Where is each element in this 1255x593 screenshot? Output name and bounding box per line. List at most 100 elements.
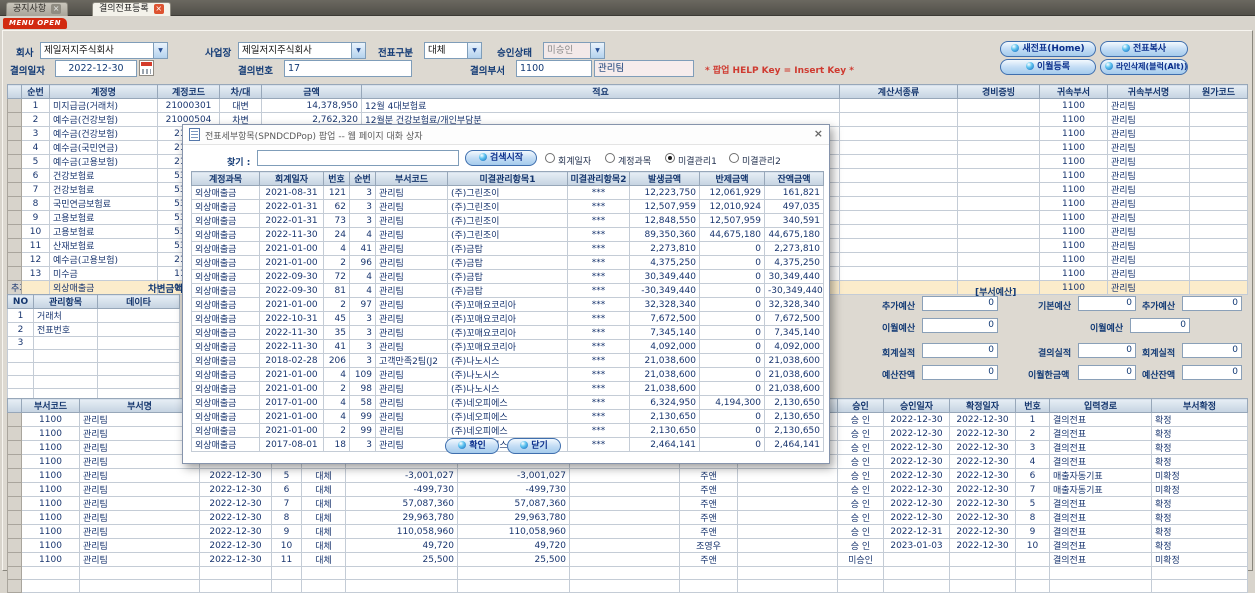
cell[interactable] bbox=[199, 566, 272, 580]
cell[interactable] bbox=[345, 566, 458, 580]
cell[interactable]: 8 bbox=[1015, 510, 1050, 525]
cell[interactable]: 주앤 bbox=[679, 510, 738, 525]
table-row[interactable]: 외상매출금 2022-01-31 73 3 관리팀 (주)그린조이 *** 12,848,55… bbox=[191, 213, 824, 228]
close-button[interactable]: 닫기 bbox=[507, 438, 561, 454]
cell[interactable]: 29,963,780 bbox=[457, 510, 570, 525]
cell[interactable]: 주앤 bbox=[679, 552, 738, 567]
cell[interactable]: 2021-01-00 bbox=[259, 297, 324, 312]
cell[interactable]: 340,591 bbox=[764, 213, 824, 228]
cell[interactable]: 2021-01-00 bbox=[259, 255, 324, 270]
cell[interactable]: 1100 bbox=[1039, 252, 1108, 267]
cell[interactable]: (주)나노시스 bbox=[447, 381, 568, 396]
cell[interactable]: 관리팀 bbox=[1107, 168, 1190, 183]
cell[interactable]: *** bbox=[567, 339, 630, 354]
cell[interactable]: 예수금(건강보험) bbox=[49, 112, 158, 127]
dept-code-field[interactable]: 1100 bbox=[516, 60, 592, 77]
cell[interactable]: 2023-01-03 bbox=[883, 538, 950, 553]
cell[interactable] bbox=[1189, 112, 1248, 127]
cell[interactable]: 49,720 bbox=[345, 538, 458, 553]
cell[interactable]: 10 bbox=[271, 538, 302, 553]
cell[interactable]: *** bbox=[567, 353, 630, 368]
cell[interactable]: 승 인 bbox=[837, 482, 884, 497]
cell[interactable] bbox=[1189, 182, 1248, 197]
cell[interactable]: 12월 4대보험료 bbox=[361, 98, 840, 113]
cell[interactable]: -499,730 bbox=[457, 482, 570, 497]
cell[interactable]: 45 bbox=[323, 311, 350, 326]
cell[interactable]: 8 bbox=[271, 510, 302, 525]
cell[interactable]: 6,324,950 bbox=[629, 395, 700, 410]
cell[interactable] bbox=[97, 308, 180, 323]
cell[interactable]: 2021-01-00 bbox=[259, 241, 324, 256]
cell[interactable]: 승 인 bbox=[837, 496, 884, 511]
cell[interactable]: 3 bbox=[349, 311, 376, 326]
cell[interactable]: -30,349,440 bbox=[629, 283, 700, 298]
cell[interactable]: 5 bbox=[271, 468, 302, 483]
cell[interactable]: (주)꼬매요코리아 bbox=[447, 339, 568, 354]
cell[interactable]: 3 bbox=[1015, 440, 1050, 455]
new-voucher-button[interactable]: 새전표(Home) bbox=[1000, 41, 1096, 57]
cell[interactable] bbox=[957, 266, 1040, 281]
cell[interactable] bbox=[837, 579, 884, 593]
cell[interactable]: 관리팀 bbox=[1107, 280, 1190, 295]
cell[interactable]: 관리팀 bbox=[375, 241, 448, 256]
cell[interactable]: 3 bbox=[7, 336, 34, 350]
cell[interactable] bbox=[33, 349, 98, 363]
cell[interactable]: 관리팀 bbox=[1107, 154, 1190, 169]
cell[interactable] bbox=[883, 579, 950, 593]
cell[interactable]: 관리팀 bbox=[375, 311, 448, 326]
cell[interactable]: 관리팀 bbox=[375, 381, 448, 396]
radio-account-subject[interactable] bbox=[605, 153, 615, 163]
cell[interactable]: 2017-01-00 bbox=[259, 395, 324, 410]
cell[interactable]: 관리팀 bbox=[1107, 182, 1190, 197]
cell[interactable] bbox=[737, 566, 838, 580]
cell[interactable]: 0 bbox=[699, 381, 765, 396]
cell[interactable]: (주)금탑 bbox=[447, 283, 568, 298]
cell[interactable] bbox=[1151, 566, 1248, 580]
cell[interactable]: 확정 bbox=[1151, 510, 1248, 525]
cell[interactable] bbox=[949, 566, 1016, 580]
cell[interactable]: 외상매출금 bbox=[191, 353, 260, 368]
cell[interactable]: 건강보험료 bbox=[49, 168, 158, 183]
cell[interactable]: 1100 bbox=[1039, 140, 1108, 155]
cell[interactable]: 관리팀 bbox=[79, 538, 200, 553]
cell[interactable]: 2022-12-30 bbox=[949, 482, 1016, 497]
cell[interactable]: 21,038,600 bbox=[629, 367, 700, 382]
cell[interactable]: 21,038,600 bbox=[764, 381, 824, 396]
cell[interactable]: *** bbox=[567, 199, 630, 214]
cell[interactable]: 결의전표 bbox=[1049, 552, 1152, 567]
cell[interactable] bbox=[737, 552, 838, 567]
table-row[interactable]: 외상매출금 2021-01-00 2 97 관리팀 (주)꼬매요코리아 *** 32,328,… bbox=[191, 297, 824, 312]
cell[interactable] bbox=[839, 210, 958, 225]
cell[interactable] bbox=[271, 566, 302, 580]
cell[interactable]: 2 bbox=[323, 381, 350, 396]
cell[interactable]: (주)그린조이 bbox=[447, 199, 568, 214]
cell[interactable] bbox=[679, 566, 738, 580]
cell[interactable]: 21,038,600 bbox=[764, 353, 824, 368]
cell[interactable] bbox=[7, 566, 22, 580]
cell[interactable] bbox=[949, 552, 1016, 567]
cell[interactable] bbox=[97, 362, 180, 376]
cell[interactable]: 4 bbox=[349, 283, 376, 298]
table-row[interactable] bbox=[7, 349, 180, 363]
cell[interactable]: 2022-10-31 bbox=[259, 311, 324, 326]
cell[interactable] bbox=[7, 168, 22, 183]
cell[interactable] bbox=[957, 112, 1040, 127]
cell[interactable]: 결의전표 bbox=[1049, 426, 1152, 441]
cell[interactable] bbox=[97, 336, 180, 350]
cell[interactable] bbox=[957, 210, 1040, 225]
cell[interactable]: 2022-12-30 bbox=[199, 482, 272, 497]
cell[interactable] bbox=[301, 579, 346, 593]
cell[interactable]: 관리팀 bbox=[1107, 210, 1190, 225]
cell[interactable]: 1100 bbox=[21, 426, 80, 441]
cell[interactable]: 외상매출금 bbox=[191, 241, 260, 256]
tab-close-icon[interactable]: × bbox=[51, 4, 62, 14]
cell[interactable]: 1100 bbox=[21, 524, 80, 539]
table-row[interactable]: 2 전표번호 bbox=[7, 322, 180, 337]
cell[interactable]: 12,010,924 bbox=[699, 199, 765, 214]
cell[interactable]: 2021-01-00 bbox=[259, 423, 324, 438]
cell[interactable]: 3 bbox=[349, 339, 376, 354]
cell[interactable]: 1100 bbox=[1039, 168, 1108, 183]
cell[interactable] bbox=[97, 349, 180, 363]
cell[interactable]: 2022-12-30 bbox=[199, 524, 272, 539]
table-row[interactable] bbox=[7, 579, 1248, 593]
